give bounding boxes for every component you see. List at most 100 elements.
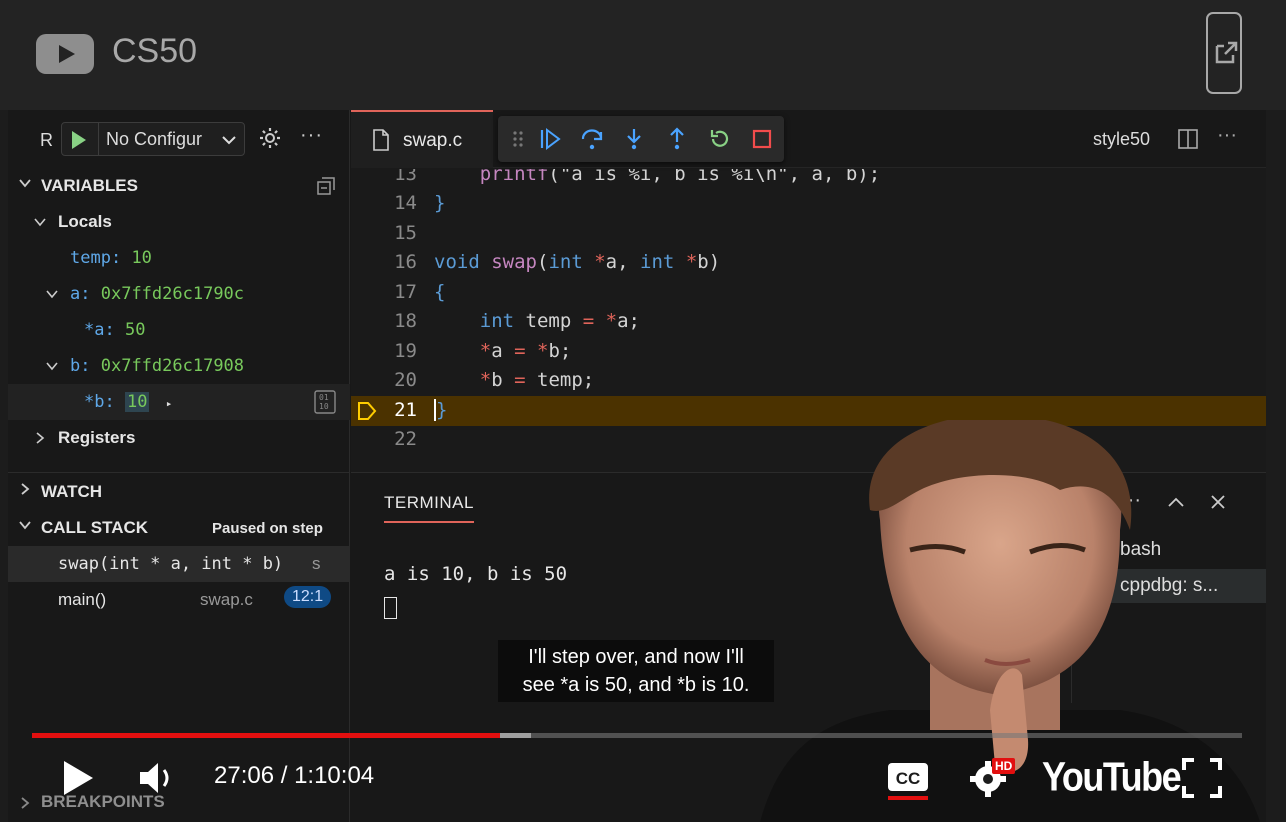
chevron-down-icon <box>222 136 236 145</box>
restart-icon[interactable] <box>708 127 732 151</box>
video-progress-bar[interactable] <box>32 733 1242 738</box>
variable-row[interactable]: *a: 50 <box>8 312 350 348</box>
variable-name: b: <box>70 356 91 376</box>
code-line: 13 printf("a is %i, b is %i\n", a, b); <box>351 163 1266 190</box>
drag-handle-icon[interactable] <box>506 127 530 151</box>
more-actions-icon[interactable]: ··· <box>1217 124 1237 147</box>
variable-value: 0x7ffd26c1790c <box>100 284 245 304</box>
youtube-top-bar: CS50 <box>0 0 1286 110</box>
chevron-down-icon <box>34 218 46 227</box>
code-line: 20 *b = temp; <box>351 366 1266 396</box>
code-line: 15 <box>351 219 1266 249</box>
registers-label: Registers <box>58 428 136 447</box>
tab-label: swap.c <box>403 130 463 151</box>
fullscreen-icon[interactable] <box>1182 758 1222 798</box>
line-number: 20 <box>394 369 417 391</box>
variable-name: *b: <box>84 392 115 412</box>
line-number: 13 <box>394 163 417 185</box>
split-editor-icon[interactable] <box>1177 128 1199 150</box>
terminal-output: a is 10, b is 50 <box>384 563 568 585</box>
text-cursor: } <box>434 399 448 421</box>
variable-row[interactable]: temp: 10 <box>8 240 350 276</box>
variable-value: 10 <box>131 248 152 268</box>
gear-icon[interactable] <box>258 126 282 150</box>
tab-terminal[interactable]: TERMINAL <box>384 493 474 523</box>
divider <box>8 472 350 473</box>
registers-scope[interactable]: Registers <box>8 420 350 456</box>
variable-value: 0x7ffd26c17908 <box>100 356 245 376</box>
code-line: 18 int temp = *a; <box>351 307 1266 337</box>
youtube-channel-icon[interactable] <box>36 34 94 74</box>
channel-name[interactable]: CS50 <box>112 32 197 71</box>
variables-header-label: VARIABLES <box>41 176 138 195</box>
config-select-label: No Configur <box>106 129 203 149</box>
svg-text:01: 01 <box>319 393 329 402</box>
progress-played <box>32 733 501 738</box>
frame-file: swap.c <box>200 590 253 609</box>
frame-position-badge: 12:1 <box>284 586 332 608</box>
watch-section-header[interactable]: WATCH <box>8 474 350 510</box>
closed-captions-icon[interactable]: CC <box>887 760 929 800</box>
step-over-icon[interactable] <box>580 127 604 151</box>
frame-name: main() <box>58 590 107 609</box>
paused-status: Paused on step <box>212 520 323 537</box>
start-debugging-icon[interactable] <box>72 131 86 149</box>
terminal-cursor <box>384 597 397 619</box>
style50-button[interactable]: style50 <box>1093 129 1150 150</box>
line-number: 18 <box>394 310 417 332</box>
line-number: 21 <box>394 399 417 421</box>
variable-name: temp: <box>70 248 122 268</box>
line-number: 16 <box>394 251 417 273</box>
variable-row[interactable]: b: 0x7ffd26c17908 <box>8 348 350 384</box>
chevron-down-icon <box>46 362 58 371</box>
call-stack-frame[interactable]: swap(int * a, int * b) s <box>8 546 350 582</box>
stop-icon[interactable] <box>750 127 774 151</box>
file-icon <box>373 129 389 151</box>
line-number: 22 <box>394 428 417 450</box>
caption-line: see *a is 50, and *b is 10. <box>522 674 750 696</box>
call-stack-frame[interactable]: main() swap.c 12:1 <box>8 582 350 618</box>
step-into-icon[interactable] <box>622 127 646 151</box>
line-number: 19 <box>394 340 417 362</box>
variable-row-hovered[interactable]: *b: 10 ▸ <box>8 384 350 420</box>
run-toolbar: R No Configur ··· <box>8 110 350 168</box>
variables-section-header[interactable]: VARIABLES <box>8 168 350 204</box>
chevron-right-icon <box>21 483 30 495</box>
continue-icon[interactable] <box>538 127 562 151</box>
code-editor: swap.c style50 ··· 13 printf("a is %i, b… <box>351 110 1266 472</box>
frame-file: s <box>312 554 321 573</box>
video-captions: I'll step over, and now I'll see *a is 5… <box>498 640 774 702</box>
chevron-down-icon <box>19 521 31 530</box>
variable-name: a: <box>70 284 91 304</box>
chevron-down-icon <box>19 179 31 188</box>
variable-value-changed: 10 <box>124 392 150 412</box>
chevron-right-icon <box>36 432 45 444</box>
view-binary-data-icon[interactable]: 01 10 <box>314 390 336 414</box>
more-actions-icon[interactable]: ··· <box>300 124 323 147</box>
call-stack-section-header[interactable]: CALL STACK Paused on step <box>8 510 350 546</box>
line-number: 14 <box>394 192 417 214</box>
volume-icon[interactable] <box>138 760 178 796</box>
svg-text:10: 10 <box>319 402 329 411</box>
svg-text:CC: CC <box>896 769 921 788</box>
chevron-down-icon <box>46 290 58 299</box>
chevron-right-icon <box>21 797 30 809</box>
line-number: 17 <box>394 281 417 303</box>
external-link-icon <box>1215 41 1238 64</box>
variable-row[interactable]: a: 0x7ffd26c1790c <box>8 276 350 312</box>
code-line: 19 *a = *b; <box>351 337 1266 367</box>
call-stack-header-label: CALL STACK <box>41 518 149 537</box>
youtube-logo[interactable]: YouTube <box>1042 753 1182 800</box>
mouse-cursor-icon: ▸ <box>165 397 173 410</box>
locals-scope[interactable]: Locals <box>8 204 350 240</box>
variable-value: 50 <box>124 320 146 340</box>
variable-name: *a: <box>84 320 115 340</box>
code-line: 17 { <box>351 278 1266 308</box>
time-display: 27:06 / 1:10:04 <box>214 762 375 789</box>
launch-config-dropdown[interactable]: No Configur <box>61 122 245 156</box>
step-out-icon[interactable] <box>665 127 689 151</box>
caption-line: I'll step over, and now I'll <box>528 646 744 668</box>
share-button[interactable] <box>1206 12 1242 94</box>
collapse-all-icon[interactable] <box>316 176 336 196</box>
play-icon[interactable] <box>60 758 96 798</box>
